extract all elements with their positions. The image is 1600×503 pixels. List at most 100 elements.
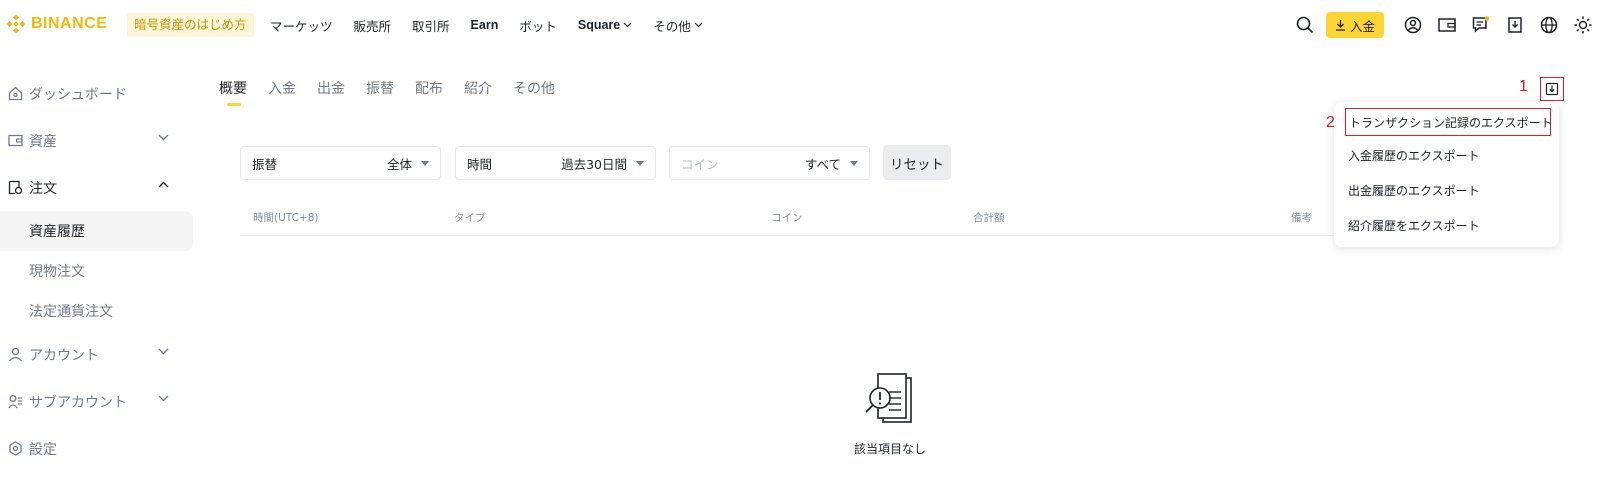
type-filter-value: 全体 (386, 156, 412, 172)
column-header-note: 備考 (1291, 212, 1312, 224)
tab-other[interactable]: その他 (513, 78, 555, 106)
nav-sales-office-label: 販売所 (353, 18, 392, 34)
language-button[interactable] (1532, 0, 1566, 50)
tab-deposit[interactable]: 入金 (268, 78, 296, 106)
chevron-down-icon (158, 395, 169, 402)
nav-earn[interactable]: Earn (471, 18, 499, 32)
tab-transfer[interactable]: 振替 (366, 78, 394, 106)
download-icon (1545, 82, 1559, 96)
nav-square[interactable]: Square (578, 18, 632, 32)
nav-markets[interactable]: マーケッツ (270, 16, 333, 35)
nav-exchange-label: 取引所 (412, 18, 450, 34)
tab-overview[interactable]: 概要 (219, 78, 247, 106)
chevron-down-icon (623, 22, 632, 28)
time-filter-select[interactable]: 時間 過去30日間 (455, 146, 656, 180)
sidebar: ダッシュボード 資産 注文 資産履歴 現物注文 法定通貨注文 アカウント サブア… (0, 70, 196, 472)
caret-down-icon (636, 160, 644, 166)
header-actions: 入金 (1288, 0, 1600, 50)
sidebar-item-dashboard[interactable]: ダッシュボード (0, 70, 196, 117)
menu-item-export-deposits[interactable]: 入金履歴のエクスポート (1334, 138, 1559, 173)
column-header-amount: 合計額 (973, 212, 1005, 224)
sidebar-item-label: 資産 (29, 133, 57, 150)
nav-sales-office[interactable]: 販売所 (354, 16, 392, 35)
table-header: 時間(UTC+8) タイプ コイン 合計額 備考 (240, 204, 1340, 236)
binance-logo-icon (6, 14, 26, 34)
binance-logo[interactable]: BINANCE (6, 14, 107, 34)
column-header-type: タイプ (454, 212, 486, 224)
nav-markets-label: マーケッツ (270, 18, 333, 34)
sidebar-item-label: 設定 (29, 441, 57, 458)
theme-toggle[interactable] (1566, 0, 1600, 50)
sidebar-item-orders[interactable]: 注文 (0, 164, 196, 211)
empty-state-text: 該当項目なし (853, 442, 926, 456)
coin-filter-placeholder: コイン (681, 156, 719, 172)
nav-square-label: Square (577, 18, 621, 32)
menu-item-export-withdrawals[interactable]: 出金履歴のエクスポート (1334, 173, 1559, 208)
wallet-icon (1438, 18, 1456, 32)
coin-filter-select[interactable]: コイン すべて (669, 146, 870, 180)
sidebar-subitem-asset-history[interactable]: 資産履歴 (0, 211, 193, 251)
nav-more-label: その他 (653, 18, 691, 34)
deposit-button[interactable]: 入金 (1325, 12, 1384, 38)
history-tabs: 概要 入金 出金 振替 配布 紹介 その他 (219, 78, 555, 106)
sidebar-item-label: 注文 (29, 180, 57, 197)
sidebar-item-sub-account[interactable]: サブアカウント (0, 378, 196, 425)
beginner-guide-link[interactable]: 暗号資産のはじめ方 (127, 13, 254, 37)
settings-icon (7, 441, 23, 457)
export-dropdown-menu: トランザクション記録のエクスポート 入金履歴のエクスポート 出金履歴のエクスポー… (1334, 102, 1559, 247)
sidebar-item-label: アカウント (29, 347, 99, 364)
column-header-coin: コイン (771, 212, 803, 224)
type-filter-select[interactable]: 振替 全体 (240, 146, 441, 180)
sidebar-subitem-fiat-orders[interactable]: 法定通貨注文 (0, 291, 196, 331)
user-icon (1404, 16, 1422, 34)
user-icon (7, 347, 23, 363)
sidebar-item-assets[interactable]: 資産 (0, 117, 196, 164)
sidebar-item-label: サブアカウント (29, 394, 127, 411)
caret-down-icon (421, 160, 429, 166)
main-menu: マーケッツ 販売所 取引所 Earn ボット Square その他 (270, 0, 724, 50)
nav-bot-label: ボット (519, 18, 557, 34)
type-filter-label: 振替 (252, 156, 278, 172)
nav-exchange[interactable]: 取引所 (412, 16, 450, 35)
chevron-down-icon (158, 348, 169, 355)
download-app-icon (1508, 17, 1522, 33)
sidebar-subitem-spot-orders[interactable]: 現物注文 (0, 251, 196, 291)
tab-withdrawal[interactable]: 出金 (317, 78, 345, 106)
export-button[interactable] (1540, 77, 1564, 101)
annotation-step-1: 1 (1519, 78, 1528, 95)
account-button[interactable] (1396, 0, 1430, 50)
download-icon (1335, 20, 1345, 31)
tab-distribution[interactable]: 配布 (415, 78, 443, 106)
chevron-up-icon (158, 181, 169, 188)
menu-item-export-transactions[interactable]: トランザクション記録のエクスポート (1345, 108, 1553, 136)
search-button[interactable] (1288, 0, 1322, 50)
caret-down-icon (850, 160, 858, 166)
messages-button[interactable] (1464, 0, 1498, 50)
search-icon (1296, 16, 1314, 34)
order-icon (7, 180, 23, 196)
chevron-down-icon (158, 134, 169, 141)
deposit-button-label: 入金 (1349, 18, 1375, 34)
top-navigation: BINANCE 暗号資産のはじめ方 マーケッツ 販売所 取引所 Earn ボット… (0, 0, 1600, 50)
sidebar-item-settings[interactable]: 設定 (0, 425, 196, 472)
nav-earn-label: Earn (470, 18, 499, 32)
sidebar-item-account[interactable]: アカウント (0, 331, 196, 378)
message-icon (1472, 16, 1490, 33)
nav-more[interactable]: その他 (653, 16, 703, 35)
time-filter-value: 過去30日間 (561, 156, 627, 172)
time-filter-label: 時間 (467, 156, 493, 172)
no-data-icon (865, 373, 912, 423)
coin-filter-value: すべて (804, 156, 841, 172)
globe-icon (1540, 16, 1558, 34)
wallet-icon (7, 133, 23, 149)
theme-icon (1574, 16, 1592, 34)
tab-referral[interactable]: 紹介 (464, 78, 492, 106)
wallet-button[interactable] (1430, 0, 1464, 50)
chevron-down-icon (694, 22, 703, 28)
download-app-button[interactable] (1498, 0, 1532, 50)
reset-button[interactable]: リセット (883, 145, 951, 180)
home-icon (7, 86, 23, 102)
menu-item-export-referrals[interactable]: 紹介履歴をエクスポート (1334, 208, 1559, 243)
sidebar-item-label: ダッシュボード (29, 86, 127, 103)
nav-bot[interactable]: ボット (519, 16, 557, 35)
